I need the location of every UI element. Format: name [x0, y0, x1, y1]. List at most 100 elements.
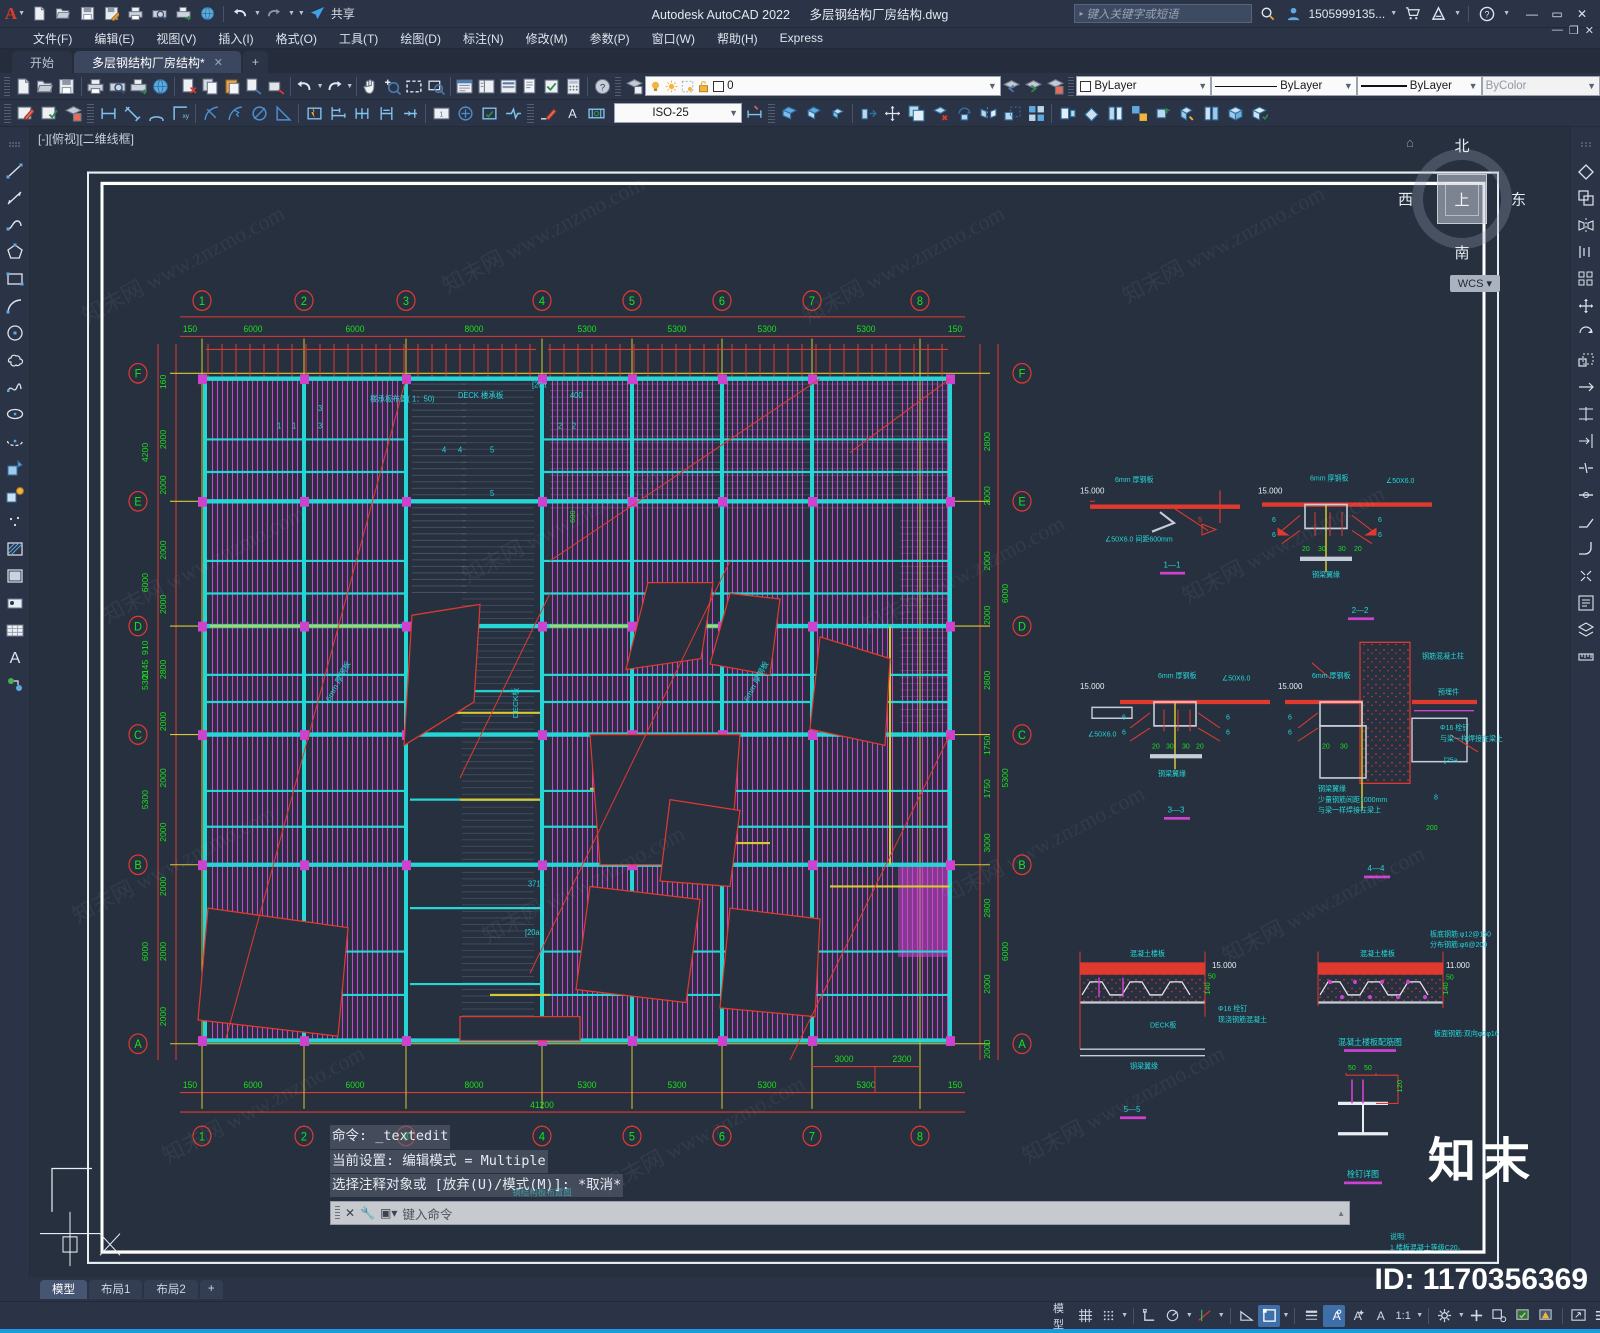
scale-icon[interactable]: [1573, 347, 1599, 373]
zoom-window-icon[interactable]: [404, 75, 426, 98]
recent-commands-icon[interactable]: ▣▾: [380, 1206, 397, 1220]
layer-states-icon[interactable]: [1044, 75, 1066, 98]
autoscale-annotation-toggle[interactable]: A: [1346, 1305, 1368, 1327]
maximize-button[interactable]: ▭: [1545, 4, 1569, 24]
dim-update-icon[interactable]: 1: [429, 102, 453, 125]
text-style-icon[interactable]: A: [560, 102, 584, 125]
object-snap-tracking-toggle[interactable]: [1235, 1305, 1257, 1327]
annotation-scale-value[interactable]: 1:1: [1392, 1305, 1414, 1327]
polar-chevron-down-icon[interactable]: ▼: [1186, 1312, 1193, 1319]
ortho-mode-toggle[interactable]: [1139, 1305, 1161, 1327]
menu-draw[interactable]: 绘图(D): [389, 28, 452, 49]
save-icon[interactable]: [56, 75, 78, 98]
annotation-scale-toggle[interactable]: A: [1369, 1305, 1391, 1327]
dim-jogged-icon[interactable]: [223, 102, 247, 125]
undo-dropdown-icon[interactable]: ▼: [317, 83, 324, 90]
undo-icon[interactable]: [229, 3, 251, 25]
application-menu-button[interactable]: A ▼: [4, 3, 26, 25]
undo-dropdown-icon[interactable]: ▼: [254, 10, 261, 17]
save-as-icon[interactable]: [100, 3, 122, 25]
scale-icon[interactable]: [1000, 102, 1024, 125]
point-icon[interactable]: [2, 509, 28, 535]
customization-icon[interactable]: [1466, 1305, 1488, 1327]
minimize-button[interactable]: —: [1520, 4, 1544, 24]
close-button[interactable]: ✕: [1570, 4, 1594, 24]
layer-properties-icon[interactable]: [623, 75, 645, 98]
construction-line-icon[interactable]: [2, 185, 28, 211]
view-cube[interactable]: ⌂ 北 南 西 东 上: [1398, 135, 1526, 262]
viewcube-south-label[interactable]: 南: [1454, 242, 1469, 263]
ellipse-icon[interactable]: [2, 401, 28, 427]
add-selected-icon[interactable]: [2, 671, 28, 697]
viewcube-west-label[interactable]: 西: [1398, 189, 1413, 210]
3d-move-icon[interactable]: [777, 102, 801, 125]
explode-icon[interactable]: [1103, 102, 1127, 125]
dim-arclength-icon[interactable]: [144, 102, 168, 125]
workspace-switch-icon[interactable]: [1434, 1305, 1456, 1327]
menu-insert[interactable]: 插入(I): [207, 28, 264, 49]
dimstyle-combo[interactable]: ISO-25 ▼: [614, 103, 742, 123]
plot-preview-icon[interactable]: [148, 3, 170, 25]
save-icon[interactable]: [76, 3, 98, 25]
explode-icon[interactable]: [1573, 563, 1599, 589]
doc-minimize-button[interactable]: —: [1552, 24, 1563, 37]
menu-edit[interactable]: 编辑(E): [83, 28, 145, 49]
modify-toolbar-grip[interactable]: [768, 103, 775, 123]
3d-rotate-icon[interactable]: [801, 102, 825, 125]
zoom-in-icon[interactable]: [382, 75, 404, 98]
osnap-chevron-down-icon[interactable]: ▼: [1218, 1312, 1225, 1319]
help-icon[interactable]: ?: [1476, 3, 1498, 25]
layer-icon[interactable]: [1573, 617, 1599, 643]
gradient-icon[interactable]: [2, 563, 28, 589]
zoom-previous-icon[interactable]: [425, 75, 447, 98]
quick-dimension-icon[interactable]: [302, 102, 326, 125]
make-block-icon[interactable]: [2, 482, 28, 508]
command-input[interactable]: 键入命令: [402, 1204, 1332, 1223]
erase-icon[interactable]: [265, 75, 287, 98]
dimension-toolbar-grip[interactable]: [87, 103, 94, 123]
chevron-down-icon[interactable]: ▼: [985, 81, 997, 91]
dim-text-edit-icon[interactable]: [536, 102, 560, 125]
measure-icon[interactable]: [1573, 644, 1599, 670]
rectangle-icon[interactable]: [2, 266, 28, 292]
redo-dropdown-icon[interactable]: ▼: [346, 83, 353, 90]
command-input-bar[interactable]: ✕ 🔧 ▣▾ 键入命令 ▲: [330, 1201, 1350, 1225]
mirror-icon[interactable]: [1573, 212, 1599, 238]
help-chevron-down-icon[interactable]: ▼: [1503, 10, 1510, 17]
write-block-icon[interactable]: [1175, 102, 1199, 125]
layer-toolbar-grip[interactable]: [615, 76, 622, 96]
chamfer-icon[interactable]: [1573, 509, 1599, 535]
cut-icon[interactable]: [178, 75, 200, 98]
extend-icon[interactable]: [1573, 428, 1599, 454]
offset-icon[interactable]: [1573, 239, 1599, 265]
account-chevron-down-icon[interactable]: ▼: [1390, 10, 1397, 17]
grid-display-toggle[interactable]: [1074, 1305, 1096, 1327]
hatch-icon[interactable]: [2, 536, 28, 562]
dynamic-ucs-toggle[interactable]: [1258, 1304, 1281, 1327]
autodesk-app-icon[interactable]: [1427, 3, 1449, 25]
polar-tracking-toggle[interactable]: [1162, 1305, 1184, 1327]
qnew-icon[interactable]: [12, 75, 34, 98]
customize-wrench-icon[interactable]: 🔧: [360, 1206, 375, 1220]
ducs-chevron-down-icon[interactable]: ▼: [1282, 1312, 1289, 1319]
dim-aligned-icon[interactable]: [120, 102, 144, 125]
erase-icon[interactable]: [1573, 158, 1599, 184]
erase-2-icon[interactable]: [1079, 102, 1103, 125]
dim-override-icon[interactable]: [742, 102, 766, 125]
tool-palettes-icon[interactable]: [497, 75, 519, 98]
text-style-grip[interactable]: [527, 103, 534, 123]
block-attribute-manager-icon[interactable]: [61, 102, 85, 125]
menu-express[interactable]: Express: [769, 29, 834, 47]
help-icon[interactable]: ?: [591, 75, 613, 98]
plot-icon[interactable]: [124, 3, 146, 25]
doc-close-button[interactable]: ✕: [1585, 24, 1594, 37]
layer-make-current-icon[interactable]: [1023, 75, 1045, 98]
array-icon[interactable]: [1573, 266, 1599, 292]
plot-preview-icon[interactable]: [106, 75, 128, 98]
lineweight-display-toggle[interactable]: [1300, 1305, 1322, 1327]
arc-icon[interactable]: [2, 293, 28, 319]
render-globe-icon[interactable]: [150, 75, 172, 98]
3d-align-icon[interactable]: [825, 102, 849, 125]
insert-block-icon[interactable]: [1151, 102, 1175, 125]
new-icon[interactable]: [28, 3, 50, 25]
